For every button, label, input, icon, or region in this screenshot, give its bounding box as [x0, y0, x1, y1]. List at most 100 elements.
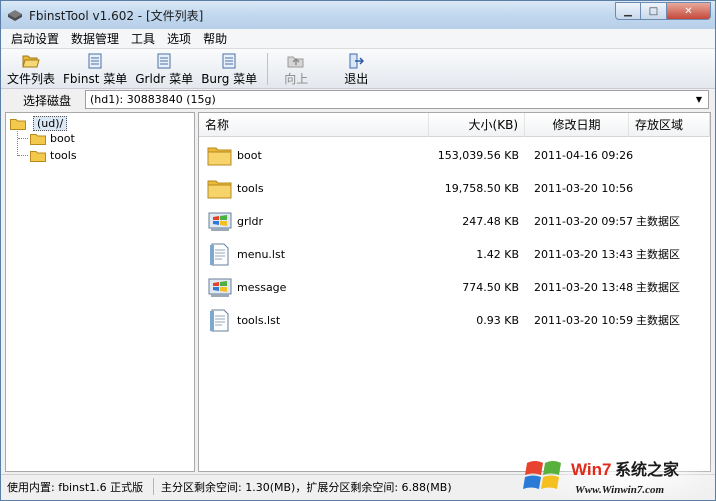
exit-label: 退出 — [344, 72, 369, 86]
folder-icon — [30, 150, 46, 162]
row-date: 2011-03-20 13:48 — [534, 281, 634, 294]
folder-icon — [207, 147, 232, 166]
row-name: menu.lst — [237, 248, 286, 261]
document-icon — [220, 52, 238, 69]
column-header-name[interactable]: 名称 — [199, 113, 429, 137]
row-name: tools.lst — [237, 314, 281, 327]
tree-root-node[interactable]: (ud)/ — [10, 116, 68, 131]
row-date: 2011-04-16 09:26 — [534, 149, 634, 162]
folder-tree: (ud)/ boot tools — [5, 112, 195, 472]
win7-watermark-logo: Win7 系统之家 Www.Winwin7.com — [523, 451, 715, 500]
disk-selector-row: 选择磁盘 (hd1): 30883840 (15g) ▼ — [1, 89, 715, 111]
maximize-button[interactable]: □ — [641, 2, 667, 20]
tree-node-label: boot — [50, 132, 75, 145]
burg-menu-label: Burg 菜单 — [201, 72, 258, 86]
window-title: FbinstTool v1.602 - [文件列表] — [29, 9, 204, 23]
column-header-area[interactable]: 存放区域 — [629, 113, 710, 137]
disk-label: 选择磁盘 — [23, 94, 72, 108]
row-size: 774.50 KB — [462, 281, 519, 294]
column-header-size[interactable]: 大小(KB) — [429, 113, 525, 137]
status-divider — [153, 478, 154, 495]
menu-boot-settings[interactable]: 启动设置 — [5, 29, 65, 49]
disk-select[interactable]: (hd1): 30883840 (15g) ▼ — [85, 90, 709, 109]
table-row[interactable]: grldr 247.48 KB 2011-03-20 09:57 主数据区 — [199, 205, 710, 238]
row-area: 主数据区 — [636, 215, 680, 228]
table-row[interactable]: tools 19,758.50 KB 2011-03-20 10:56 — [199, 172, 710, 205]
table-row[interactable]: boot 153,039.56 KB 2011-04-16 09:26 — [199, 139, 710, 172]
watermark-url: Www.Winwin7.com — [575, 484, 664, 496]
app-icon — [8, 10, 22, 21]
watermark-brand-a: Win7 — [571, 460, 611, 479]
exit-button[interactable]: 退出 — [318, 49, 378, 87]
row-area: 主数据区 — [636, 281, 680, 294]
row-size: 247.48 KB — [462, 215, 519, 228]
tree-connector — [18, 155, 28, 156]
up-folder-icon — [287, 52, 305, 69]
status-builtin-version: 使用内置: fbinst1.6 正式版 — [7, 481, 144, 494]
tree-connector — [17, 131, 29, 156]
app-window: FbinstTool v1.602 - [文件列表] ▁ □ ✕ 启动设置 数据… — [0, 0, 716, 501]
maximize-icon: □ — [648, 5, 659, 17]
up-label: 向上 — [284, 72, 309, 86]
tree-root-label: (ud)/ — [33, 116, 68, 131]
row-date: 2011-03-20 10:56 — [534, 182, 634, 195]
minimize-icon: ▁ — [624, 5, 632, 17]
windows-file-icon — [208, 212, 232, 231]
window-controls: ▁ □ ✕ — [615, 2, 711, 20]
file-list-button[interactable]: 文件列表 — [3, 49, 59, 87]
row-date: 2011-03-20 13:43 — [534, 248, 634, 261]
text-file-icon — [210, 309, 229, 332]
burg-menu-button[interactable]: Burg 菜单 — [197, 49, 261, 87]
menu-tools[interactable]: 工具 — [125, 29, 161, 49]
row-area: 主数据区 — [636, 314, 680, 327]
text-file-icon — [210, 243, 229, 266]
menu-data-management[interactable]: 数据管理 — [65, 29, 125, 49]
tree-node-label: tools — [50, 149, 77, 162]
column-header-date[interactable]: 修改日期 — [525, 113, 629, 137]
table-row[interactable]: menu.lst 1.42 KB 2011-03-20 13:43 主数据区 — [199, 238, 710, 271]
grldr-menu-label: Grldr 菜单 — [135, 72, 194, 86]
document-icon — [86, 52, 104, 69]
folder-icon — [10, 118, 26, 130]
tree-node-tools[interactable]: tools — [30, 148, 77, 163]
list-header: 名称 大小(KB) 修改日期 存放区域 — [199, 113, 710, 137]
menu-help[interactable]: 帮助 — [197, 29, 233, 49]
menu-bar: 启动设置 数据管理 工具 选项 帮助 — [1, 29, 715, 49]
toolbar: 文件列表 Fbinst 菜单 Grldr 菜单 Burg 菜单 向上 退出 — [1, 49, 715, 89]
minimize-button[interactable]: ▁ — [615, 2, 641, 20]
row-size: 0.93 KB — [476, 314, 519, 327]
menu-options[interactable]: 选项 — [161, 29, 197, 49]
table-row[interactable]: tools.lst 0.93 KB 2011-03-20 10:59 主数据区 — [199, 304, 710, 337]
row-size: 19,758.50 KB — [444, 182, 519, 195]
row-name: grldr — [237, 215, 264, 228]
watermark-brand-b: 系统之家 — [615, 460, 680, 479]
folder-icon — [30, 133, 46, 145]
close-icon: ✕ — [684, 5, 693, 17]
row-date: 2011-03-20 10:59 — [534, 314, 634, 327]
table-row[interactable]: message 774.50 KB 2011-03-20 13:48 主数据区 — [199, 271, 710, 304]
row-size: 1.42 KB — [476, 248, 519, 261]
row-area: 主数据区 — [636, 248, 680, 261]
row-name: tools — [237, 182, 264, 195]
up-button[interactable]: 向上 — [274, 49, 318, 87]
dropdown-arrow-icon[interactable]: ▼ — [692, 93, 706, 106]
status-free-space: 主分区剩余空间: 1.30(MB)，扩展分区剩余空间: 6.88(MB) — [161, 481, 452, 494]
fbinst-menu-button[interactable]: Fbinst 菜单 — [59, 49, 131, 87]
disk-selected-value: (hd1): 30883840 (15g) — [90, 93, 216, 106]
title-bar[interactable]: FbinstTool v1.602 - [文件列表] ▁ □ ✕ — [1, 1, 715, 29]
file-list: 名称 大小(KB) 修改日期 存放区域 boot 153,039.56 KB 2… — [198, 112, 711, 472]
exit-door-icon — [347, 52, 365, 69]
file-list-label: 文件列表 — [7, 72, 56, 86]
row-size: 153,039.56 KB — [437, 149, 519, 162]
row-name: boot — [237, 149, 262, 162]
row-date: 2011-03-20 09:57 — [534, 215, 634, 228]
folder-icon — [207, 180, 232, 199]
tree-node-boot[interactable]: boot — [30, 131, 75, 146]
grldr-menu-button[interactable]: Grldr 菜单 — [131, 49, 197, 87]
tree-connector — [18, 138, 28, 139]
document-icon — [155, 52, 173, 69]
open-folder-icon — [22, 52, 40, 69]
fbinst-menu-label: Fbinst 菜单 — [63, 72, 128, 86]
toolbar-separator — [267, 53, 269, 85]
close-button[interactable]: ✕ — [667, 2, 711, 20]
